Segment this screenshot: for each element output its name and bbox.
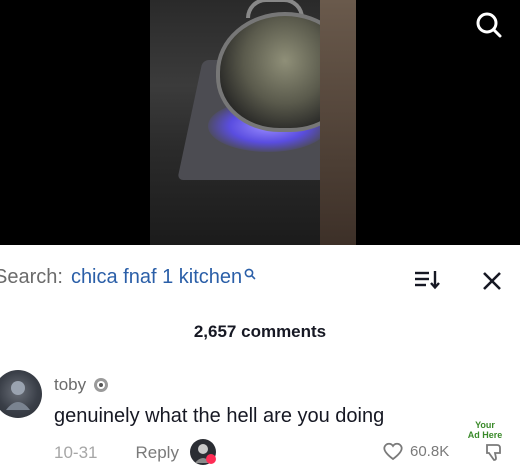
dislike-button[interactable] [482, 441, 504, 468]
search-suggestion[interactable]: Search: chica fnaf 1 kitchen [0, 263, 256, 291]
watermark-logo: Your Ad Here [464, 420, 506, 440]
close-button[interactable] [478, 267, 506, 295]
search-icon [244, 268, 256, 280]
like-count: 60.8K [410, 442, 450, 460]
avatar-image [6, 381, 30, 410]
sort-button[interactable] [412, 267, 442, 293]
comment-text: genuinely what the hell are you doing [54, 405, 385, 427]
watermark-line1: Your [475, 420, 495, 430]
sort-icon [415, 271, 440, 290]
search-icon [476, 12, 502, 38]
close-icon [483, 272, 501, 290]
like-button[interactable]: 60.8K [382, 441, 449, 461]
watermark-line2: Ad Here [467, 430, 503, 440]
comment-date: 10-31 [54, 443, 98, 462]
creator-heart-icon [206, 454, 216, 464]
badge-icon [94, 378, 109, 392]
heart-outline-icon [383, 442, 403, 461]
comments-count: 2,657 comments [193, 322, 327, 341]
comments-panel: Search: chica fnaf 1 kitchen 2,657 comme… [0, 245, 520, 471]
search-button[interactable] [472, 8, 506, 42]
video-player[interactable] [0, 0, 520, 245]
search-query-link[interactable]: chica fnaf 1 kitchen [71, 266, 242, 289]
dislike-icon [486, 444, 501, 461]
reply-button[interactable]: Reply [135, 443, 178, 463]
avatar[interactable] [0, 370, 42, 418]
username[interactable]: toby [54, 375, 86, 395]
video-frame [150, 0, 356, 245]
comment-meta: 10-31 Reply [54, 443, 179, 463]
search-prefix: Search: [0, 265, 63, 288]
comment-author: toby [54, 375, 110, 395]
counter-edge [320, 0, 356, 245]
